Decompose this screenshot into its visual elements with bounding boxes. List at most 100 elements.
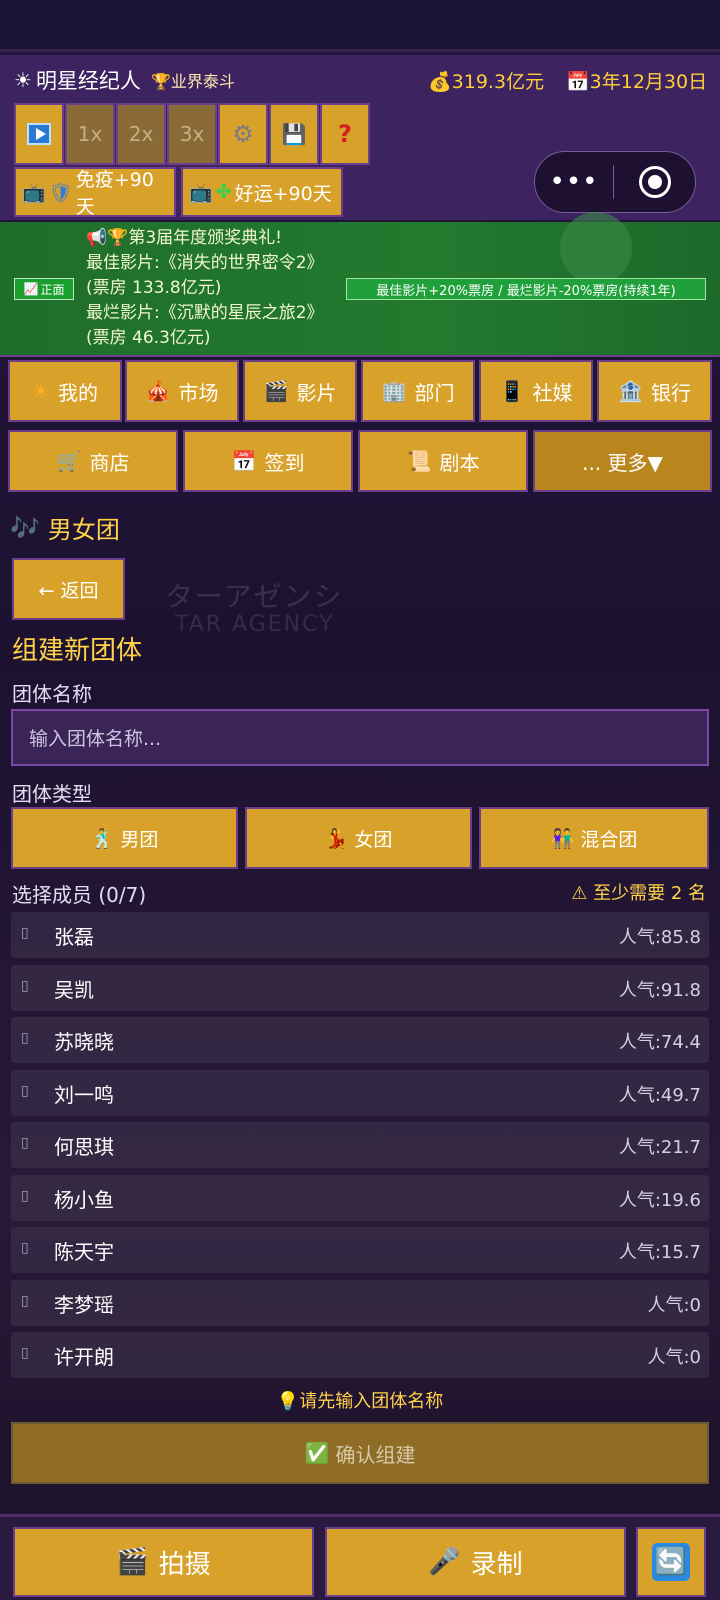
moon-decoration [560,212,632,284]
nav-films[interactable]: 🎬 影片 [243,360,357,422]
money-value: 319.3亿元 [451,71,545,93]
member-name: 杨小鱼 [54,1187,114,1212]
office-building-icon: 🏢 [381,379,407,403]
game-header: ☀ 明星经纪人 🏆业界泰斗 💰319.3亿元 📅3年12月30日 1x 2x 3… [0,55,720,220]
clapperboard-icon: 🎬 [263,379,289,403]
member-name: 何思琪 [54,1135,114,1159]
type-girl-button[interactable]: 💃 女团 [245,807,472,869]
warning-icon: ⚠ [571,883,588,904]
news-line-1: 第3届年度颁奖典礼! [128,228,282,248]
nav-films-label: 影片 [296,380,337,405]
nav-bank-label: 银行 [650,380,691,405]
member-row[interactable]: ▯ 陈天宇 人气:15.7 [11,1227,709,1273]
member-popularity: 人气:15.7 [618,1242,701,1263]
member-row[interactable]: ▯ 杨小鱼 人气:19.6 [11,1174,709,1221]
member-row[interactable]: ▯ 刘一鸣 人气:49.7 [11,1069,709,1116]
nav-shop-label: 商店 [89,450,130,475]
phone-icon: 📱 [499,379,525,403]
money-bag-icon: 💰 [428,71,452,93]
megaphone-icon: 📢 [86,228,108,248]
gear-icon: ⚙ [232,120,254,148]
luck-buff-label: 好运+90天 [234,182,332,205]
member-row[interactable]: ▯ 吴凯 人气:91.8 [11,964,709,1011]
news-tag: 📈 正面 [14,278,74,300]
type-mixed-label: 混合团 [580,828,638,851]
nav-more[interactable]: ... 更多▼ [533,430,712,492]
floppy-disk-icon: 💾 [281,122,307,146]
app-title-text: 明星经纪人 [35,69,141,93]
nav-script[interactable]: 📜 剧本 [358,430,528,492]
money-display: 💰319.3亿元 [428,67,544,94]
checkbox-icon[interactable]: ▯ [21,1135,29,1151]
clover-icon: ✤ [215,181,232,203]
record-button[interactable]: 🎤 录制 [325,1527,626,1597]
rank-label: 业界泰斗 [170,72,235,91]
speed-2x-button[interactable]: 2x [116,103,166,165]
checkbox-icon[interactable]: ▯ [21,978,29,994]
member-name: 吴凯 [54,977,94,1002]
type-mixed-button[interactable]: 👫 混合团 [479,807,709,869]
nav-social[interactable]: 📱 社媒 [479,360,593,422]
checkbox-icon[interactable]: ▯ [21,925,29,941]
refresh-button[interactable]: 🔄 [636,1527,706,1597]
checkbox-icon[interactable]: ▯ [21,1293,29,1309]
luck-buff: 📺 ✤ 好运+90天 [181,167,343,217]
group-name-input[interactable]: 输入团体名称... [11,709,709,766]
immunity-buff-label: 免疫+90天 [75,169,154,218]
input-hint-text: 请先输入团体名称 [299,1391,444,1412]
more-options-button[interactable]: ••• [535,167,613,197]
cart-icon: 🛒 [56,449,82,473]
check-icon: ✅ [304,1441,330,1465]
nav-dept-label: 部门 [414,380,455,405]
news-headline: 📢🏆第3届年度颁奖典礼! [86,226,326,251]
close-miniprogram-button[interactable] [639,166,671,198]
member-row[interactable]: ▯ 苏晓晓 人气:74.4 [11,1017,709,1063]
confirm-button[interactable]: ✅ 确认组建 [11,1422,709,1484]
member-popularity: 人气:74.4 [618,1032,701,1053]
checkbox-icon[interactable]: ▯ [21,1188,29,1204]
lightbulb-icon: 💡 [276,1391,300,1412]
back-button[interactable]: ← 返回 [12,558,125,620]
bank-icon: 🏦 [618,379,643,403]
group-type-label: 团体类型 [12,782,92,806]
input-hint: 💡请先输入团体名称 [0,1387,720,1413]
speed-1x-button[interactable]: 1x [65,103,115,165]
scroll-icon: 📜 [406,449,432,473]
news-banner: 📈 正面 📢🏆第3届年度颁奖典礼! 最佳影片:《消失的世界密令2》(票房 133.… [0,212,720,357]
nav-checkin[interactable]: 📅 签到 [183,430,353,492]
type-boy-button[interactable]: 🕺 男团 [11,807,238,869]
min-members-warning: ⚠ 至少需要 2 名 [571,879,706,905]
background-sign-sub: TAR AGENCY [175,612,335,637]
date-value: 3年12月30日 [589,71,708,93]
member-popularity: 人气:91.8 [618,979,701,1001]
member-name: 许开朗 [54,1345,114,1369]
checkbox-icon[interactable]: ▯ [21,1345,29,1361]
couple-icon: 👫 [550,827,575,850]
member-row[interactable]: ▯ 张磊 人气:85.8 [11,912,709,958]
save-button[interactable]: 💾 [269,103,319,165]
shoot-button[interactable]: 🎬 拍摄 [13,1527,314,1597]
nav-bank[interactable]: 🏦 银行 [597,360,712,422]
checkbox-icon[interactable]: ▯ [21,1083,29,1099]
immunity-buff: 📺 🛡 免疫+90天 [14,167,176,218]
status-strip [0,0,720,52]
nav-market[interactable]: 🎪 市场 [125,360,239,422]
nav-mine[interactable]: ☀ 我的 [8,360,122,422]
member-row[interactable]: ▯ 何思琪 人气:21.7 [11,1122,709,1168]
member-popularity: 人气:21.7 [618,1137,701,1158]
speed-3x-button[interactable]: 3x [167,103,217,165]
settings-button[interactable]: ⚙ [218,103,268,165]
play-button[interactable] [14,103,64,165]
member-popularity: 人气:0 [647,1347,701,1368]
member-name: 陈天宇 [54,1240,114,1264]
member-row[interactable]: ▯ 许开朗 人气:0 [11,1332,709,1378]
news-effect: 最佳影片+20%票房 / 最烂影片-20%票房(持续1年) [346,278,706,300]
trophy-icon: 🏆 [107,228,129,248]
checkbox-icon[interactable]: ▯ [21,1240,29,1256]
checkbox-icon[interactable]: ▯ [21,1030,29,1046]
help-button[interactable]: ? [320,103,370,165]
shoot-label: 拍摄 [158,1549,211,1580]
nav-shop[interactable]: 🛒 商店 [8,430,178,492]
member-row[interactable]: ▯ 李梦瑶 人气:0 [11,1279,709,1326]
nav-dept[interactable]: 🏢 部门 [361,360,475,422]
